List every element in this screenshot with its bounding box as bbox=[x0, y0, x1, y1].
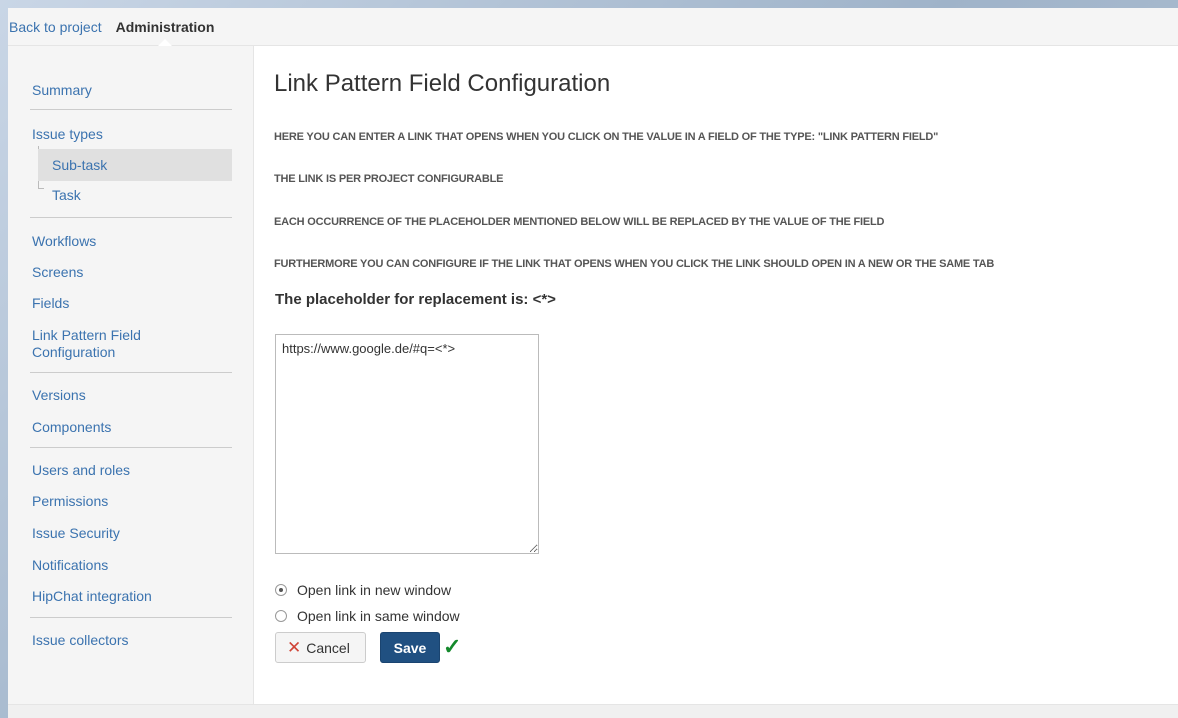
description-line: FURTHERMORE YOU CAN CONFIGURE IF THE LIN… bbox=[274, 258, 995, 270]
radio-button[interactable] bbox=[275, 610, 287, 622]
app-frame: Back to project Administration Summary I… bbox=[8, 8, 1178, 718]
administration-tab[interactable]: Administration bbox=[116, 8, 214, 47]
radio-label: Open link in same window bbox=[297, 608, 460, 624]
sidebar-divider bbox=[30, 372, 232, 373]
save-button[interactable]: Save bbox=[380, 632, 440, 663]
sidebar-item-components[interactable]: Components bbox=[32, 419, 232, 436]
sidebar-item-issue-types[interactable]: Issue types bbox=[32, 126, 232, 143]
sidebar-item-summary[interactable]: Summary bbox=[32, 82, 232, 99]
back-to-project-link[interactable]: Back to project bbox=[9, 19, 102, 35]
sidebar-item-users-and-roles[interactable]: Users and roles bbox=[32, 462, 232, 479]
cancel-label: Cancel bbox=[306, 639, 350, 656]
sidebar-divider bbox=[30, 447, 232, 448]
sidebar-item-task[interactable]: Task bbox=[38, 179, 232, 211]
radio-label: Open link in new window bbox=[297, 582, 452, 598]
description-line: EACH OCCURRENCE OF THE PLACEHOLDER MENTI… bbox=[274, 216, 885, 228]
sidebar-item-workflows[interactable]: Workflows bbox=[32, 233, 232, 250]
cancel-button[interactable]: ✕ Cancel bbox=[275, 632, 366, 663]
description-line: THE LINK IS PER PROJECT CONFIGURABLE bbox=[274, 173, 504, 185]
top-navigation-bar: Back to project Administration bbox=[8, 8, 1178, 47]
sidebar-divider bbox=[30, 617, 232, 618]
radio-open-new-window[interactable]: Open link in new window bbox=[275, 582, 451, 598]
sidebar-item-fields[interactable]: Fields bbox=[32, 295, 232, 312]
close-icon: ✕ bbox=[287, 638, 302, 657]
checkmark-icon: ✓ bbox=[443, 634, 462, 659]
sidebar-item-screens[interactable]: Screens bbox=[32, 264, 232, 281]
link-pattern-textarea[interactable] bbox=[275, 334, 539, 554]
sidebar-item-issue-security[interactable]: Issue Security bbox=[32, 525, 232, 542]
sidebar: Summary Issue types Sub-task Task Workfl… bbox=[8, 46, 254, 706]
sidebar-item-link-pattern-config[interactable]: Link Pattern Field Configuration bbox=[32, 327, 202, 361]
sidebar-item-permissions[interactable]: Permissions bbox=[32, 493, 232, 510]
footer-bar bbox=[8, 704, 1178, 718]
radio-open-same-window[interactable]: Open link in same window bbox=[275, 608, 460, 624]
description-line: HERE YOU CAN ENTER A LINK THAT OPENS WHE… bbox=[274, 131, 939, 143]
sidebar-item-issue-collectors[interactable]: Issue collectors bbox=[32, 632, 232, 649]
sidebar-item-versions[interactable]: Versions bbox=[32, 387, 232, 404]
sidebar-item-sub-task[interactable]: Sub-task bbox=[38, 149, 232, 181]
placeholder-heading: The placeholder for replacement is: <*> bbox=[275, 291, 556, 308]
page-title: Link Pattern Field Configuration bbox=[274, 70, 611, 97]
radio-button-selected[interactable] bbox=[275, 584, 287, 596]
sidebar-divider bbox=[30, 217, 232, 218]
sidebar-divider bbox=[30, 109, 232, 110]
sidebar-item-notifications[interactable]: Notifications bbox=[32, 557, 232, 574]
sidebar-item-hipchat-integration[interactable]: HipChat integration bbox=[32, 588, 232, 605]
